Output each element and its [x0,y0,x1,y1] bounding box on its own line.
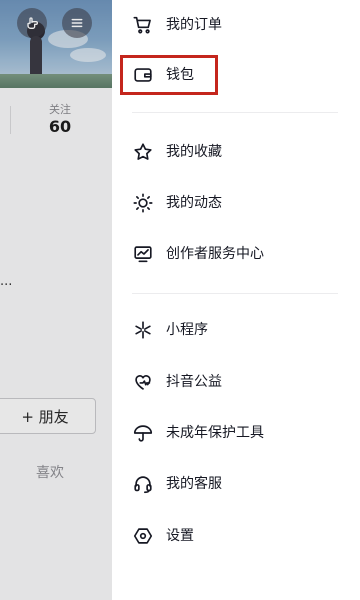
menu-item-label: 我的客服 [166,476,222,492]
tab-likes[interactable]: 喜欢 [36,462,64,482]
menu-button[interactable] [62,8,92,38]
gesture-button[interactable] [17,8,47,38]
wallet-highlight-box [120,55,218,95]
overlay-scrim[interactable] [0,0,112,600]
menu-item-label: 我的订单 [166,17,222,33]
headset-icon [132,473,154,495]
menu-item-settings[interactable]: 设置 [112,516,360,556]
stat-divider [10,106,11,134]
menu-item-customer-service[interactable]: 我的客服 [112,464,360,504]
umbrella-icon [132,422,154,444]
asterisk-icon [132,319,154,341]
menu-item-creator-center[interactable]: 创作者服务中心 [112,234,360,274]
following-stat[interactable]: 关注 60 [40,103,80,137]
following-label: 关注 [49,103,71,116]
menu-divider [132,112,338,113]
settings-hexagon-icon [132,525,154,547]
menu-item-label: 未成年保护工具 [166,425,264,441]
cart-icon [132,14,154,36]
profile-banner-image [0,0,112,88]
menu-item-favorites[interactable]: 我的收藏 [112,132,360,172]
menu-item-label: 设置 [166,528,194,544]
menu-item-mini-programs[interactable]: 小程序 [112,310,360,350]
menu-item-label: 我的动态 [166,195,222,211]
menu-item-activity[interactable]: 我的动态 [112,183,360,223]
hand-pointer-icon [27,17,38,29]
menu-item-orders[interactable]: 我的订单 [112,5,360,45]
sun-icon [132,192,154,214]
chart-icon [132,243,154,265]
menu-item-label: 我的收藏 [166,144,222,160]
menu-item-label: 小程序 [166,322,208,338]
add-friend-button[interactable]: + 朋友 [0,398,96,434]
profile-page: 关注 60 ... + 朋友 喜欢 [0,0,112,600]
charity-heart-icon [132,371,154,393]
menu-item-label: 创作者服务中心 [166,246,264,262]
menu-item-minor-protection[interactable]: 未成年保护工具 [112,413,360,453]
side-drawer: 我的订单 钱包 我的收藏 我的动态 创作者服务中心 小程序 抖音公益 未成年保护… [112,0,360,600]
following-count: 60 [48,117,72,136]
star-icon [132,141,154,163]
menu-divider [132,293,338,294]
hamburger-icon [71,18,83,28]
truncated-bio: ... [0,274,13,289]
menu-item-charity[interactable]: 抖音公益 [112,362,360,402]
menu-item-label: 抖音公益 [166,374,222,390]
